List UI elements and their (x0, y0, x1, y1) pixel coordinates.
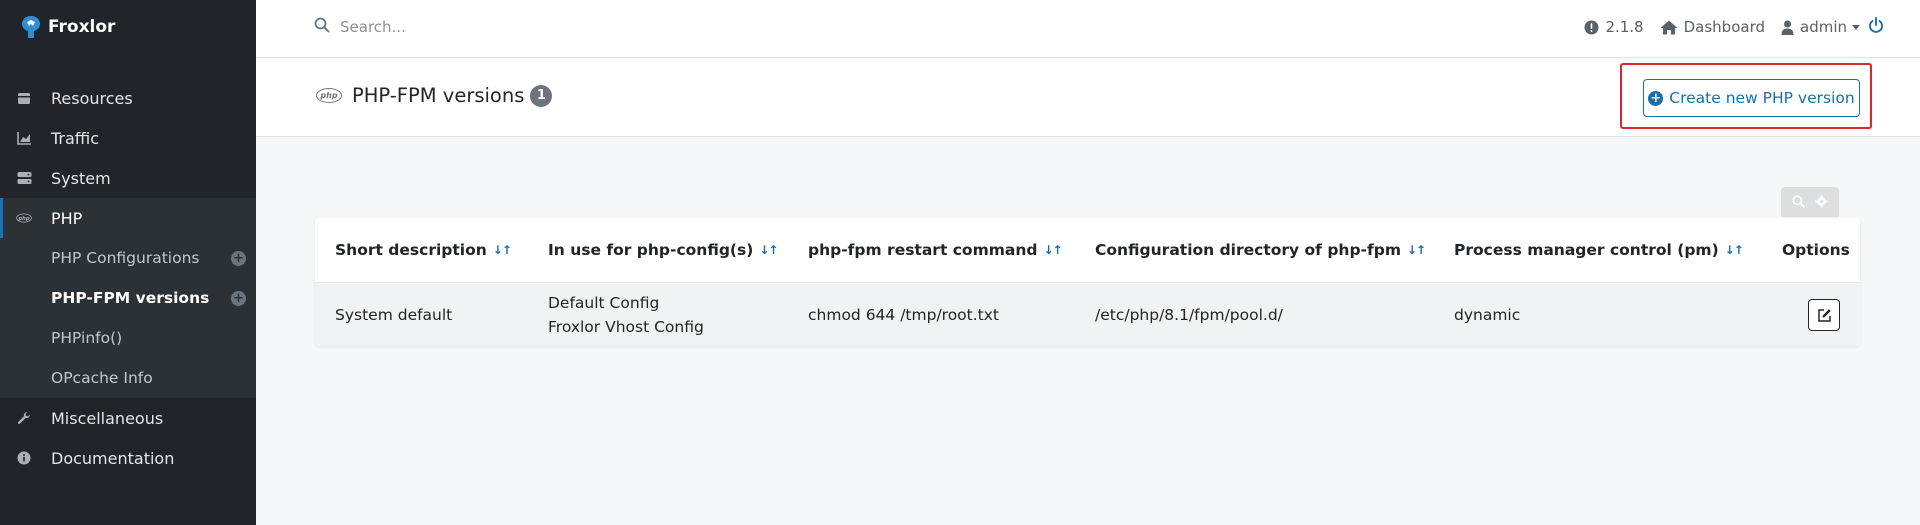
column-header-label: Process manager control (pm) (1454, 241, 1719, 259)
sidebar-item-label: PHPinfo() (51, 329, 123, 347)
create-php-version-button[interactable]: + Create new PHP version (1643, 79, 1860, 117)
cell-in-use: Default Config Froxlor Vhost Config (548, 283, 704, 346)
sidebar-item-label: OPcache Info (51, 369, 153, 387)
exclamation-circle-icon (1584, 20, 1599, 34)
cell-text: System default (335, 306, 453, 324)
sidebar-item-label: PHP-FPM versions (51, 289, 210, 307)
sidebar-item-traffic[interactable]: Traffic (0, 118, 256, 158)
column-header-in-use[interactable]: In use for php-config(s) ↓↑ (548, 218, 778, 282)
count-badge: 1 (530, 84, 553, 107)
cell-config-dir: /etc/php/8.1/fpm/pool.d/ (1095, 283, 1283, 346)
table-tools (1781, 187, 1839, 217)
cell-text: chmod 644 /tmp/root.txt (808, 306, 999, 324)
table-row: System default Default Config Froxlor Vh… (315, 282, 1860, 346)
sort-arrows-icon[interactable]: ↓↑ (759, 243, 778, 257)
sidebar-item-documentation[interactable]: Documentation (0, 438, 256, 478)
table-settings-gear-icon[interactable] (1815, 193, 1828, 212)
brand-logo[interactable]: Froxlor (20, 14, 115, 40)
column-header-pm-control[interactable]: Process manager control (pm) ↓↑ (1454, 218, 1744, 282)
search-input[interactable] (340, 18, 640, 36)
user-label: admin (1800, 18, 1847, 36)
topbar-actions: 2.1.8 Dashboard admin (1568, 16, 1860, 38)
sidebar-item-php-configurations[interactable]: PHP Configurations + (0, 238, 256, 278)
cell-pm: dynamic (1454, 283, 1520, 346)
cell-text: /etc/php/8.1/fpm/pool.d/ (1095, 306, 1283, 324)
sidebar-nav: Resources Traffic System php PHP PHP Con… (0, 78, 256, 478)
cell-restart-command: chmod 644 /tmp/root.txt (808, 283, 999, 346)
column-header-options: Options (1782, 218, 1850, 282)
cell-text: Froxlor Vhost Config (548, 318, 704, 336)
brand-name: Froxlor (48, 17, 116, 37)
sort-arrows-icon[interactable]: ↓↑ (1407, 243, 1426, 257)
wrench-icon (16, 410, 32, 426)
column-header-short-description[interactable]: Short description ↓↑ (335, 218, 512, 282)
chart-area-icon (16, 130, 32, 146)
chevron-down-icon (1852, 24, 1860, 30)
php-icon: php (16, 210, 32, 226)
home-icon (1660, 20, 1678, 34)
sidebar-item-label: Miscellaneous (51, 408, 164, 428)
svg-text:php: php (17, 216, 29, 222)
sidebar-item-php[interactable]: php PHP (0, 198, 256, 238)
version-indicator[interactable]: 2.1.8 (1584, 18, 1644, 36)
column-header-label: In use for php-config(s) (548, 241, 754, 259)
user-menu[interactable]: admin (1781, 18, 1860, 36)
search-bar (314, 16, 640, 38)
add-php-configuration-icon[interactable]: + (231, 251, 246, 266)
column-header-label: Options (1782, 241, 1850, 259)
table-search-icon[interactable] (1792, 193, 1805, 212)
info-icon (16, 450, 32, 466)
sort-arrows-icon[interactable]: ↓↑ (493, 243, 512, 257)
page-title-group: php PHP-FPM versions 1 (316, 84, 553, 107)
create-button-label: Create new PHP version (1669, 89, 1855, 107)
sidebar-item-php-fpm-versions[interactable]: PHP-FPM versions + (0, 278, 256, 318)
column-header-restart-command[interactable]: php-fpm restart command ↓↑ (808, 218, 1063, 282)
sidebar-item-label: PHP Configurations (51, 249, 200, 267)
cell-short-description: System default (335, 283, 452, 346)
sidebar-item-label: Documentation (51, 448, 175, 468)
froxlor-logo-icon (22, 16, 40, 38)
version-text: 2.1.8 (1605, 18, 1644, 36)
column-header-label: Short description (335, 241, 487, 259)
edit-icon (1817, 308, 1831, 322)
column-header-label: php-fpm restart command (808, 241, 1038, 259)
php-submenu: PHP Configurations + PHP-FPM versions + … (0, 238, 256, 398)
sort-arrows-icon[interactable]: ↓↑ (1043, 243, 1062, 257)
plus-circle-icon: + (1648, 90, 1664, 106)
cell-text: Default Config (548, 294, 660, 312)
sidebar-item-resources[interactable]: Resources (0, 78, 256, 118)
dashboard-label: Dashboard (1683, 18, 1765, 36)
php-logo-icon: php (316, 88, 342, 103)
sidebar-item-phpinfo[interactable]: PHPinfo() (0, 318, 256, 358)
user-icon (1781, 20, 1794, 35)
sidebar-item-label: PHP (51, 208, 83, 228)
sidebar-item-label: System (51, 168, 111, 188)
column-header-config-dir[interactable]: Configuration directory of php-fpm ↓↑ (1095, 218, 1426, 282)
box-icon (16, 90, 32, 106)
sidebar: Froxlor Resources Traffic System php PHP (0, 0, 256, 525)
add-php-fpm-version-icon[interactable]: + (231, 291, 246, 306)
topbar: 2.1.8 Dashboard admin (256, 0, 1920, 58)
edit-button[interactable] (1808, 299, 1840, 331)
cell-text: dynamic (1454, 306, 1521, 324)
sidebar-item-miscellaneous[interactable]: Miscellaneous (0, 398, 256, 438)
sidebar-item-label: Resources (51, 88, 133, 108)
power-logout-icon[interactable] (1868, 17, 1884, 38)
dashboard-link[interactable]: Dashboard (1660, 18, 1765, 36)
sidebar-item-opcache-info[interactable]: OPcache Info (0, 358, 256, 398)
php-fpm-versions-table: Short description ↓↑ In use for php-conf… (315, 218, 1860, 346)
sidebar-item-system[interactable]: System (0, 158, 256, 198)
column-header-label: Configuration directory of php-fpm (1095, 241, 1401, 259)
page-title: PHP-FPM versions (352, 84, 525, 107)
search-icon (314, 17, 330, 37)
server-icon (16, 170, 32, 186)
sort-arrows-icon[interactable]: ↓↑ (1725, 243, 1744, 257)
sidebar-item-label: Traffic (51, 128, 100, 148)
